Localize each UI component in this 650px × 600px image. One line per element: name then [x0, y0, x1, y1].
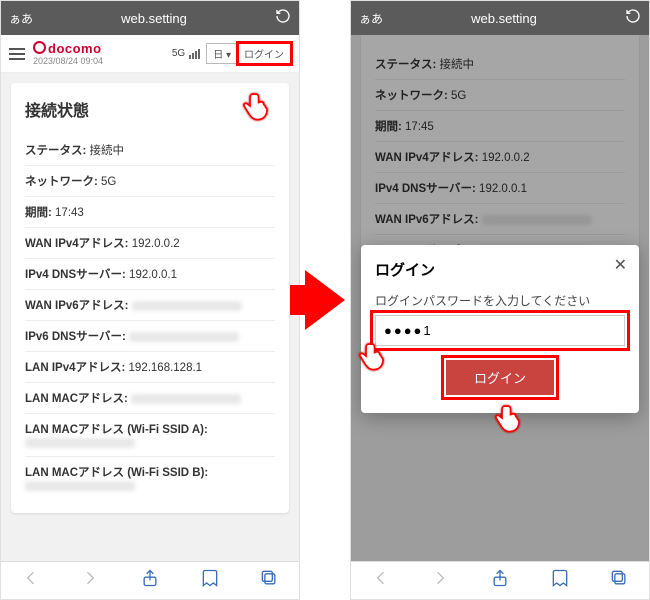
info-row: LAN MACアドレス (Wi-Fi SSID B): — [25, 456, 275, 499]
forward-icon[interactable] — [430, 568, 450, 593]
reload-icon[interactable] — [275, 8, 291, 29]
info-row: ネットワーク: 5G — [375, 79, 625, 110]
phone-after: ぁあ web.setting ステータス: 接続中ネットワーク: 5G期間: 1… — [350, 0, 650, 600]
reload-icon[interactable] — [625, 8, 641, 29]
phone-before: ぁあ web.setting docomo 2023/08/24 09:04 5… — [0, 0, 300, 600]
share-icon[interactable] — [140, 568, 160, 593]
timestamp: 2023/08/24 09:04 — [33, 56, 103, 66]
info-row: WAN IPv4アドレス: 192.0.0.2 — [25, 227, 275, 258]
pointer-hand-icon — [355, 339, 389, 373]
info-row: ステータス: 接続中 — [375, 49, 625, 79]
text-size-control[interactable]: ぁあ — [9, 10, 33, 27]
address-bar: ぁあ web.setting — [351, 1, 649, 35]
signal-label: 5G — [172, 48, 185, 59]
url-text[interactable]: web.setting — [41, 11, 267, 26]
back-icon[interactable] — [21, 568, 41, 593]
info-row: IPv4 DNSサーバー: 192.0.0.1 — [25, 258, 275, 289]
back-icon[interactable] — [371, 568, 391, 593]
login-modal: ✕ ログイン ログインパスワードを入力してください ログイン — [361, 245, 639, 413]
info-row: LAN MACアドレス: — [25, 382, 275, 413]
tabs-icon[interactable] — [259, 568, 279, 593]
info-row: WAN IPv4アドレス: 192.0.0.2 — [375, 141, 625, 172]
bookmarks-icon[interactable] — [550, 568, 570, 593]
info-row: WAN IPv6アドレス: — [25, 289, 275, 320]
address-bar: ぁあ web.setting — [1, 1, 299, 35]
pointer-hand-icon — [491, 401, 525, 435]
pointer-hand-icon — [239, 89, 273, 123]
info-row: ネットワーク: 5G — [25, 165, 275, 196]
browser-toolbar — [351, 561, 649, 599]
forward-icon[interactable] — [80, 568, 100, 593]
status-card: 接続状態 ステータス: 接続中ネットワーク: 5G期間: 17:43WAN IP… — [11, 83, 289, 513]
close-icon[interactable]: ✕ — [614, 255, 627, 275]
text-size-control[interactable]: ぁあ — [359, 10, 383, 27]
transition-arrow-icon — [300, 0, 350, 600]
content-area: ステータス: 接続中ネットワーク: 5G期間: 17:45WAN IPv4アドレ… — [351, 35, 649, 561]
login-button[interactable]: ログイン — [238, 43, 291, 64]
info-row: ステータス: 接続中 — [25, 135, 275, 165]
app-header: docomo 2023/08/24 09:04 5G 日 ▾ ログイン — [1, 35, 299, 73]
signal-bars-icon — [189, 49, 200, 59]
url-text[interactable]: web.setting — [391, 11, 617, 26]
browser-toolbar — [1, 561, 299, 599]
modal-title: ログイン — [375, 259, 625, 280]
password-label: ログインパスワードを入力してください — [375, 292, 625, 309]
card-title: 接続状態 — [25, 97, 275, 121]
brand-logo: docomo — [33, 41, 103, 56]
info-row: WAN IPv6アドレス: — [375, 203, 625, 234]
share-icon[interactable] — [490, 568, 510, 593]
content-area: 接続状態 ステータス: 接続中ネットワーク: 5G期間: 17:43WAN IP… — [1, 73, 299, 561]
info-row: 期間: 17:45 — [375, 110, 625, 141]
info-row: IPv6 DNSサーバー: — [25, 320, 275, 351]
info-row: IPv4 DNSサーバー: 192.0.0.1 — [375, 172, 625, 203]
info-row: LAN MACアドレス (Wi-Fi SSID A): — [25, 413, 275, 456]
hamburger-icon[interactable] — [9, 48, 25, 60]
info-row: LAN IPv4アドレス: 192.168.128.1 — [25, 351, 275, 382]
login-submit-button[interactable]: ログイン — [446, 360, 554, 395]
language-button[interactable]: 日 ▾ — [206, 43, 238, 64]
password-input[interactable] — [375, 315, 625, 346]
info-row: 期間: 17:43 — [25, 196, 275, 227]
tabs-icon[interactable] — [609, 568, 629, 593]
bookmarks-icon[interactable] — [200, 568, 220, 593]
